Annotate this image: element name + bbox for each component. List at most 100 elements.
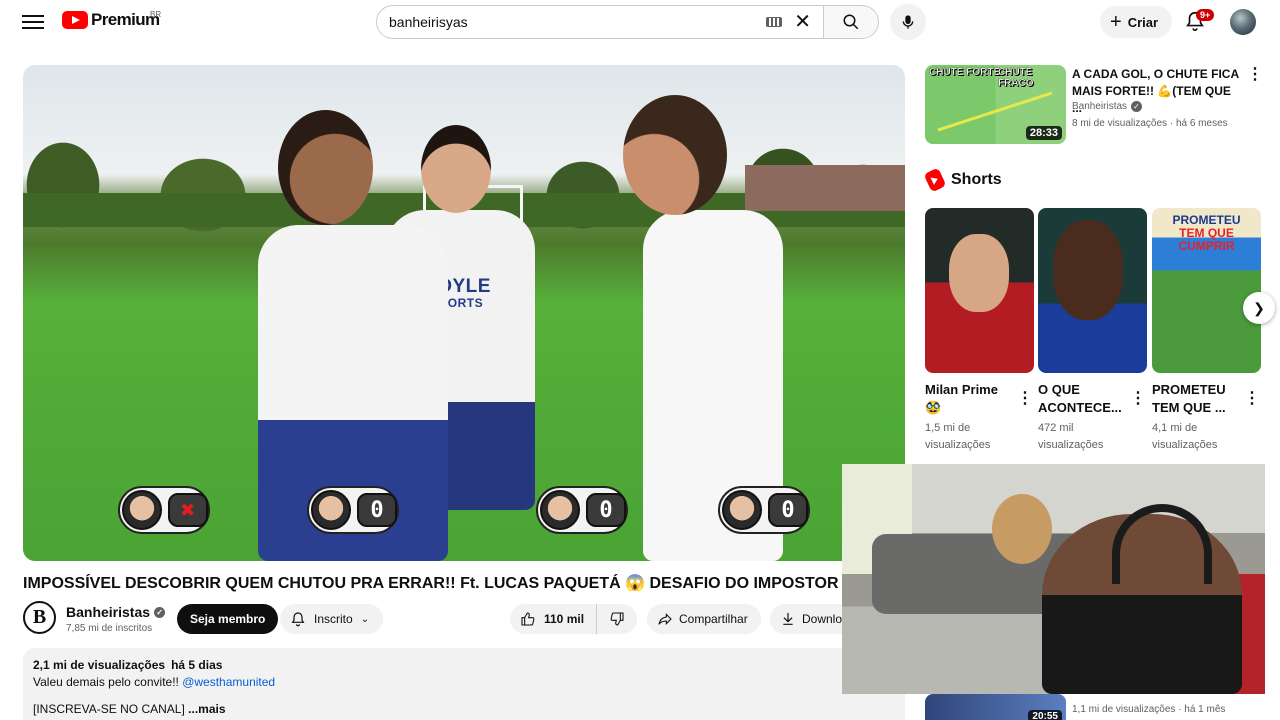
description-box[interactable]: 2,1 mi de visualizações há 5 dias Valeu … (23, 648, 905, 720)
short-views: 4,1 mi de visualizações (1152, 420, 1261, 454)
create-label: Criar (1127, 14, 1159, 30)
short-thumbnail[interactable]: PROMETEU TEM QUE CUMPRIR (1152, 208, 1261, 373)
scorecard-face (311, 490, 351, 530)
more-options-icon[interactable]: ⋮ (1130, 388, 1146, 408)
notifications-badge: 9+ (1196, 9, 1215, 21)
scorecard: 0 (718, 486, 810, 534)
verified-icon: ✓ (154, 606, 166, 618)
short-thumbnail[interactable] (1038, 208, 1147, 373)
recommended-video: 20:55 1,1 mi de visualizações · há 1 mês (925, 694, 1270, 720)
bell-icon (291, 612, 305, 627)
short-views-line1: 4,1 mi de (1152, 422, 1198, 434)
webcam-overlay (842, 464, 1265, 694)
logo-region: BR (150, 10, 162, 19)
upload-age: há 5 dias (171, 658, 223, 672)
recommended-views: 8 mi de visualizações (1072, 118, 1168, 129)
short-views: 472 mil visualizações (1038, 420, 1147, 454)
share-icon (658, 613, 672, 625)
video-title: IMPOSSÍVEL DESCOBRIR QUEM CHUTOU PRA ERR… (23, 575, 839, 592)
recommended-age: há 6 meses (1175, 118, 1228, 129)
thumbs-up-icon (521, 612, 535, 626)
thumb-text-3: CUMPRIR (1178, 239, 1235, 253)
channel-name: Banheiristas (66, 604, 151, 620)
webcam-teddy-bear (992, 494, 1052, 564)
keyboard-icon[interactable] (766, 17, 783, 27)
menu-icon[interactable] (22, 12, 44, 30)
short-views-line1: 1,5 mi de (925, 422, 971, 434)
scorecard: 0 (307, 486, 399, 534)
channel-avatar[interactable]: B (23, 601, 56, 634)
search-button[interactable] (823, 5, 879, 39)
subscriber-count: 7,85 mi de inscritos (66, 623, 153, 634)
short-views-line1: 472 mil (1038, 422, 1074, 434)
clear-search-icon[interactable]: ✕ (794, 12, 811, 32)
subscribed-button[interactable]: Inscrito ⌄ (280, 604, 384, 634)
scorecard-face (122, 490, 162, 530)
video-duration: 20:55 (1028, 710, 1062, 720)
youtube-logo[interactable]: Premium BR (62, 10, 162, 30)
search-input[interactable] (389, 14, 767, 30)
player-middle-head (421, 125, 491, 213)
scorecard-face (540, 490, 580, 530)
short-views-line2: visualizações (925, 439, 991, 451)
create-button[interactable]: + Criar (1100, 6, 1173, 38)
recommended-meta: 8 mi de visualizações · há 6 meses (1072, 118, 1228, 129)
video-player[interactable]: BOYLE SPORTS ✖ 0 0 0 (23, 65, 905, 561)
recommended-channel-name: Banheiristas (1072, 101, 1128, 112)
shorts-next-button[interactable]: ❯ (1243, 292, 1275, 324)
scorecard-face (722, 490, 762, 530)
scorecard: 0 (536, 486, 628, 534)
shorts-heading: Shorts (923, 167, 1002, 193)
description-text: [INSCREVA-SE NO CANAL] (33, 702, 189, 716)
more-options-icon[interactable]: ⋮ (1244, 388, 1260, 408)
channel-name-link[interactable]: Banheiristas ✓ (66, 604, 166, 620)
description-stats: 2,1 mi de visualizações há 5 dias (33, 658, 895, 672)
short-item: Milan Prime 🥸 1,5 mi de visualizações ⋮ (925, 208, 1034, 454)
recommended-channel[interactable]: Banheiristas ✓ (1072, 101, 1143, 112)
like-button[interactable]: 110 mil (510, 604, 598, 634)
recommended-meta: 1,1 mi de visualizações · há 1 mês (1072, 704, 1226, 715)
like-count: 110 mil (544, 612, 585, 626)
shorts-icon (923, 167, 947, 193)
join-button[interactable]: Seja membro (177, 604, 279, 634)
recommended-thumbnail[interactable]: CHUTE FORTE CHUTE FRACO 28:33 (925, 65, 1066, 144)
account-avatar[interactable] (1230, 9, 1256, 35)
recommended-video: CHUTE FORTE CHUTE FRACO 28:33 A CADA GOL… (925, 65, 1270, 145)
scorecard-score: ✖ (168, 493, 208, 527)
search-icon (843, 14, 859, 30)
share-button[interactable]: Compartilhar (647, 604, 761, 634)
thumbs-down-icon (610, 612, 624, 626)
chevron-right-icon: ❯ (1253, 299, 1265, 316)
dislike-button[interactable] (597, 604, 637, 634)
short-thumbnail[interactable] (925, 208, 1034, 373)
short-thumbnail-text: PROMETEU TEM QUE CUMPRIR (1152, 214, 1261, 253)
chevron-down-icon: ⌄ (360, 613, 370, 625)
more-options-icon[interactable]: ⋮ (1017, 388, 1033, 408)
short-views-line2: visualizações (1152, 439, 1218, 451)
download-icon (783, 613, 793, 625)
recommended-thumbnail[interactable]: 20:55 (925, 694, 1066, 720)
plus-icon: + (1110, 11, 1122, 33)
scorecard-score: 0 (768, 493, 808, 527)
more-options-icon[interactable]: ⋮ (1247, 67, 1263, 83)
show-more-link[interactable]: ...mais (188, 702, 225, 716)
short-title[interactable]: PROMETEU TEM QUE ... (1152, 381, 1242, 417)
shorts-heading-label: Shorts (951, 171, 1002, 188)
channel-row: B Banheiristas ✓ 7,85 mi de inscritos Se… (23, 601, 905, 637)
short-title[interactable]: O QUE ACONTECE... (1038, 381, 1128, 417)
description-line: [INSCREVA-SE NO CANAL] ...mais (33, 702, 895, 716)
search-bar: ✕ (376, 5, 879, 39)
search-box: ✕ (376, 5, 823, 39)
short-title[interactable]: Milan Prime 🥸 (925, 381, 1015, 417)
mention-link[interactable]: @westhamunited (182, 675, 275, 689)
player-right-head (623, 95, 727, 215)
video-duration: 28:33 (1025, 126, 1062, 140)
microphone-icon (902, 15, 914, 29)
background-wall (745, 165, 905, 211)
voice-search-button[interactable] (890, 4, 926, 40)
description-line: Valeu demais pelo convite!! @westhamunit… (33, 675, 895, 689)
thumbnail-label-left: CHUTE FORTE (929, 67, 1001, 78)
short-item: PROMETEU TEM QUE CUMPRIR PROMETEU TEM QU… (1152, 208, 1261, 454)
share-label: Compartilhar (679, 612, 748, 626)
description-text: Valeu demais pelo convite!! (33, 675, 183, 689)
